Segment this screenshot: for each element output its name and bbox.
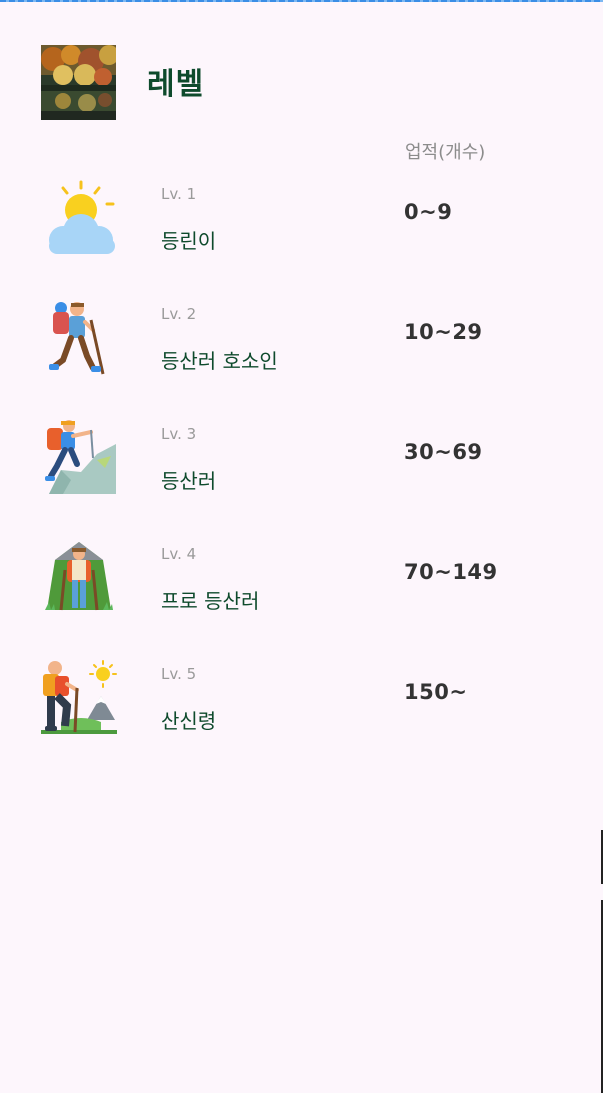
level-name: 프로 등산러 xyxy=(161,589,260,613)
level-name: 등린이 xyxy=(161,229,217,253)
hiker-walking-icon xyxy=(41,300,117,376)
level-tag: Lv. 3 xyxy=(161,425,197,443)
level-name: 등산러 호소인 xyxy=(161,349,278,373)
sun-cloud-icon xyxy=(41,180,117,256)
level-name: 산신령 xyxy=(161,709,217,733)
level-range: 0~9 xyxy=(404,200,453,224)
level-range: 70~149 xyxy=(404,560,498,584)
level-tag: Lv. 2 xyxy=(161,305,197,323)
level-row-2[interactable]: Lv. 2 등산러 호소인 10~29 xyxy=(0,300,603,410)
level-tag: Lv. 1 xyxy=(161,185,197,203)
top-border xyxy=(0,0,603,2)
summit-hiker-icon xyxy=(41,660,117,736)
level-row-4[interactable]: Lv. 4 프로 등산러 70~149 xyxy=(0,540,603,650)
level-range: 150~ xyxy=(404,680,468,704)
pro-hiker-icon xyxy=(41,540,117,616)
level-range: 30~69 xyxy=(404,440,483,464)
level-row-1[interactable]: Lv. 1 등린이 0~9 xyxy=(0,180,603,290)
level-tag: Lv. 5 xyxy=(161,665,197,683)
achievement-count-header: 업적(개수) xyxy=(405,142,486,163)
level-range: 10~29 xyxy=(404,320,483,344)
page-title: 레벨 xyxy=(147,67,205,102)
profile-thumbnail xyxy=(41,45,116,120)
level-name: 등산러 xyxy=(161,469,217,493)
level-row-5[interactable]: Lv. 5 산신령 150~ xyxy=(0,660,603,770)
level-row-3[interactable]: Lv. 3 등산러 30~69 xyxy=(0,420,603,530)
level-tag: Lv. 4 xyxy=(161,545,197,563)
climber-icon xyxy=(41,420,117,496)
